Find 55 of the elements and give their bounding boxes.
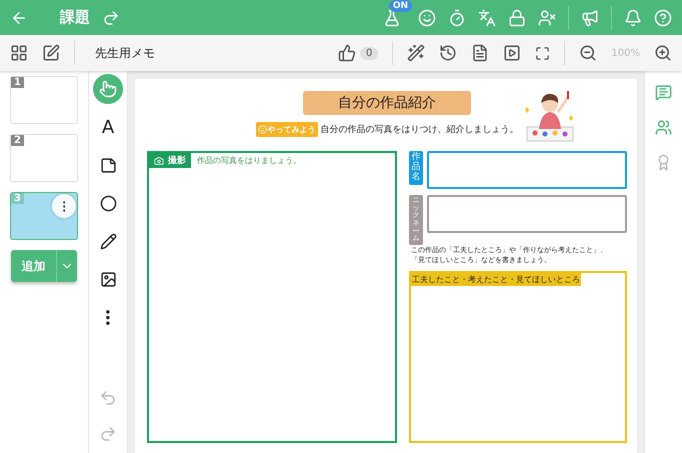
notifications-icon[interactable]	[624, 8, 642, 26]
magic-wand-icon[interactable]	[407, 44, 426, 62]
edit-icon[interactable]	[42, 44, 60, 62]
translate-icon[interactable]	[478, 8, 496, 26]
more-button[interactable]	[52, 194, 76, 218]
like-count: 0	[360, 46, 378, 60]
tool-button[interactable]: A	[93, 112, 123, 142]
work-name-field[interactable]	[427, 151, 627, 189]
slide-thumbnail[interactable]: 1	[10, 76, 78, 124]
slide-number: 2	[11, 135, 24, 146]
sticky-note-icon	[100, 156, 116, 174]
user-block-icon[interactable]	[538, 8, 556, 26]
fullscreen-icon[interactable]	[535, 46, 550, 60]
flask-gear-icon[interactable]	[383, 8, 401, 26]
comment-label: 工夫したこと・考えたこと・見てほしいところ	[411, 273, 581, 286]
page-title: 課題	[60, 8, 90, 27]
history-icon[interactable]	[439, 44, 458, 62]
zoom-in-icon[interactable]	[654, 44, 672, 62]
pointer-icon	[99, 80, 117, 98]
work-name-label: 作品名	[409, 151, 423, 185]
add-button[interactable]: 追加	[11, 250, 77, 282]
slide-number: 3	[11, 193, 24, 204]
photo-hint: 作品の写真をはりましょう。	[197, 155, 301, 166]
play-icon[interactable]	[503, 44, 522, 62]
teacher-memo-label[interactable]: 先生用メモ	[95, 44, 155, 62]
image-icon	[100, 270, 116, 288]
share-icon[interactable]	[102, 8, 120, 26]
face-icon[interactable]	[418, 8, 436, 26]
slide-thumbnail[interactable]: 2	[10, 134, 78, 182]
slide-thumbnail[interactable]: 3	[10, 192, 78, 240]
slide-number: 1	[11, 77, 24, 88]
text-tool-glyph: A	[102, 116, 114, 138]
grid-icon[interactable]	[10, 44, 28, 62]
redo-icon[interactable]	[99, 425, 117, 443]
instruction-text: 自分の作品の写真をはりつけ、紹介しましょう。	[320, 124, 518, 136]
more-icon	[106, 310, 110, 324]
zoom-level: 100%	[611, 48, 640, 58]
megaphone-icon[interactable]	[581, 8, 599, 26]
pdf-icon[interactable]	[471, 44, 490, 62]
timer-icon[interactable]	[448, 8, 466, 26]
on-badge: ON	[388, 0, 412, 12]
help-icon[interactable]	[654, 8, 672, 26]
more-icon	[62, 200, 66, 212]
camera-icon	[154, 156, 164, 166]
like-icon[interactable]	[338, 44, 356, 62]
circle-icon	[100, 194, 116, 212]
lock-icon[interactable]	[508, 8, 526, 26]
undo-icon[interactable]	[99, 389, 117, 407]
worksheet-title: 自分の作品紹介	[303, 91, 471, 115]
zoom-out-icon[interactable]	[579, 44, 598, 62]
photo-label: 撮影	[149, 153, 191, 168]
nickname-field[interactable]	[427, 195, 627, 233]
smile-icon	[258, 125, 266, 134]
pencil-icon	[100, 232, 116, 250]
try-it-tag: やってみよう	[256, 122, 318, 137]
